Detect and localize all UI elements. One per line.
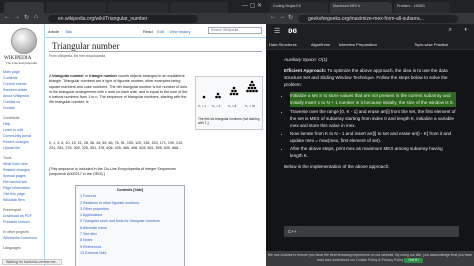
back-icon[interactable]: ←: [270, 14, 276, 20]
gfg-logo-icon[interactable]: ʚɞ: [288, 26, 297, 35]
text-run: counts objects arranged in an equilatera…: [49, 74, 188, 105]
browser-tab[interactable]: [46, 2, 106, 13]
step-item: After the above steps, print mex as maxi…: [290, 145, 456, 159]
sidebar-link[interactable]: Wikimedia Commons: [3, 235, 44, 241]
tab-article[interactable]: Article: [48, 29, 59, 34]
wiki-search-input[interactable]: Search Wikipedia: [208, 27, 262, 34]
approach-label: Efficient Approach:: [284, 68, 327, 74]
geeksforgeeks-window: Coding Ninjas EK Maximum MEX fr Problem …: [266, 0, 474, 266]
sidebar-heading: Languages: [3, 246, 21, 250]
url-field[interactable]: geeksforgeeks.org/maximize-mex-from-all-…: [298, 14, 458, 23]
aux-space: Auxiliary Space: O(1): [284, 57, 328, 62]
nav-item[interactable]: Algorithms: [311, 42, 330, 47]
toc-item[interactable]: 10 External links: [80, 250, 180, 256]
browser-tab[interactable]: [4, 2, 44, 13]
browser-tab[interactable]: [170, 2, 228, 13]
home-icon[interactable]: ⌂: [34, 14, 38, 20]
back-icon[interactable]: ←: [4, 14, 10, 20]
steps-list: Initialize a set S to store values that …: [290, 92, 456, 159]
triangular-numbers-figure: T₁ = 1 T₂ = 3 T₃ = 6 T₄ = 10 The first s…: [195, 76, 263, 130]
fig-label: T₂ = 3: [212, 104, 221, 108]
theme-toggle-icon[interactable]: ◐: [464, 27, 468, 33]
table-of-contents: Contents [hide] 1 Formula 2 Relations to…: [75, 185, 185, 266]
code-language-tab[interactable]: C++: [284, 226, 459, 237]
tab-edit[interactable]: Edit: [157, 29, 164, 34]
figure-caption: The first six triangular numbers (not st…: [198, 117, 260, 125]
cookie-text: We use cookies to ensure you have the be…: [267, 253, 473, 262]
wiki-tabs: Article Talk Read Edit View history Sear…: [45, 24, 266, 38]
page-subtitle: From Wikipedia, the free encyclopedia: [49, 54, 106, 58]
intro-paragraph: A triangular number or triangle number c…: [49, 74, 189, 106]
logo-subtitle: The Free Encyclopedia: [6, 61, 37, 65]
address-bar: ← → ↻ geeksforgeeks.org/maximize-mex-fro…: [266, 13, 474, 24]
reload-icon[interactable]: ↻: [24, 14, 29, 21]
fig-label: T₄ = 10: [245, 104, 255, 108]
nav-item[interactable]: Topic-wise Practice: [414, 42, 448, 47]
forward-icon[interactable]: →: [14, 14, 20, 20]
step-item: Traverse over the range [0, K - 1] and e…: [290, 108, 456, 129]
bold-term: triangle number: [89, 74, 118, 78]
tab-read[interactable]: Read: [143, 29, 153, 34]
forward-icon[interactable]: →: [279, 14, 285, 20]
nav-item[interactable]: Interview Preparation: [339, 42, 377, 47]
browser-tab[interactable]: Maximum MEX fr: [330, 2, 392, 13]
sidebar-link[interactable]: Wikidata item: [3, 197, 44, 203]
sidebar-link[interactable]: Donate: [3, 105, 44, 111]
step-item: Initialize a set S to store values that …: [290, 92, 456, 107]
menu-icon[interactable]: ☰: [274, 27, 280, 35]
wiki-sidebar: WIKIPEDIA The Free Encyclopedia Main pag…: [0, 24, 44, 266]
browser-tab[interactable]: [108, 2, 168, 13]
got-it-button[interactable]: Got It !: [404, 257, 424, 263]
browser-tab[interactable]: Problem - 16D8G: [394, 2, 450, 13]
oeis-note: (This sequence is included in the On-Lin…: [49, 167, 176, 177]
fig-label: T₃ = 6: [228, 104, 237, 108]
browser-tab[interactable]: Coding Ninjas EK: [270, 2, 328, 13]
bold-term: triangular number: [52, 74, 84, 78]
wiki-content: Article Talk Read Edit View history Sear…: [44, 24, 266, 266]
gfg-header: ☰ ʚɞ ⌕ ◐: [266, 24, 474, 39]
sidebar-link[interactable]: Upload file: [3, 145, 44, 151]
step-item: Now iterate from K to N - 1 and insert a…: [290, 130, 456, 144]
gfg-nav: Data Structures Algorithms Interview Pre…: [266, 39, 474, 50]
search-icon[interactable]: ⌕: [449, 27, 452, 34]
status-bar: Waiting for bankmtu.vertice.net...: [2, 259, 63, 265]
tab-strip: — ▢ ✕: [0, 0, 266, 13]
approach-paragraph: Efficient Approach: To optimize the abov…: [284, 67, 456, 88]
reload-icon[interactable]: ↻: [288, 14, 293, 21]
cookie-banner: We use cookies to ensure you have the be…: [266, 251, 474, 266]
nav-item[interactable]: Data Structures: [269, 42, 297, 47]
tab-strip: Coding Ninjas EK Maximum MEX fr Problem …: [266, 0, 474, 13]
implementation-heading: Below is the implementation of the above…: [284, 164, 390, 170]
url-field[interactable]: en.wikipedia.org/wiki/Triangular_number: [48, 14, 198, 23]
wikipedia-window: — ▢ ✕ ← → ↻ ⌂ en.wikipedia.org/wiki/Tria…: [0, 0, 266, 266]
sidebar-link[interactable]: Printable version: [3, 219, 44, 225]
page-title: Triangular number: [49, 38, 262, 52]
window-controls-icon[interactable]: — ▢ ✕: [242, 2, 262, 9]
sequence-paragraph: 0, 1, 3, 6, 10, 15, 21, 28, 36, 45, 55, …: [49, 141, 184, 151]
tab-talk[interactable]: Talk: [65, 29, 72, 34]
fig-label: T₁ = 1: [198, 104, 207, 108]
address-bar: ← → ↻ ⌂ en.wikipedia.org/wiki/Triangular…: [0, 13, 266, 24]
wikipedia-globe-logo[interactable]: [11, 28, 37, 54]
tab-view-history[interactable]: View history: [169, 29, 191, 34]
dot-triangles-image: T₁ = 1 T₂ = 3 T₃ = 6 T₄ = 10: [198, 80, 258, 108]
